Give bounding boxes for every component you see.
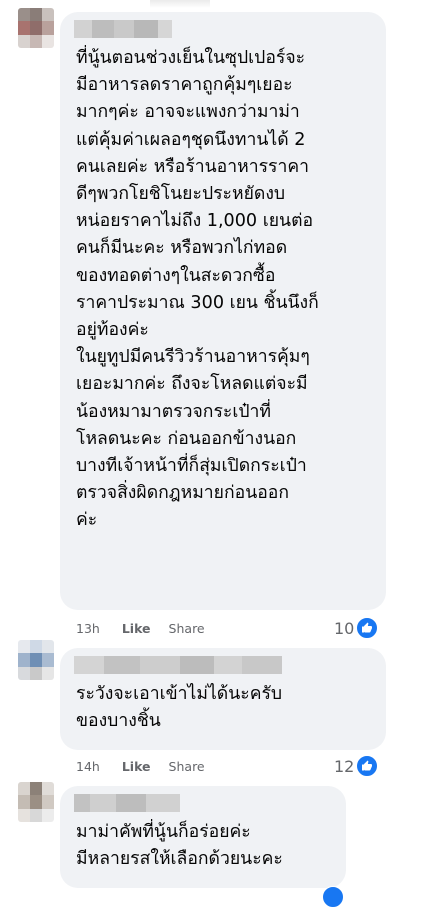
comment-text-line: คนเลยค่ะ หรือร้านอาหารราคา [76, 156, 310, 177]
previous-comment-edge [150, 0, 210, 8]
comment-text-line: บางทีเจ้าหน้าที่ก็สุ่มเปิดกระเป๋า [76, 456, 307, 477]
comment-text: มาม่าคัพที่นู้นก็อร่อยค่ะมีหลายรสให้เลือ… [76, 819, 338, 873]
like-button[interactable]: Like [122, 759, 151, 774]
comment-text-line: คนก็มีนะคะ หรือพวกไก่ทอด [76, 238, 288, 259]
comment-text-line: ดีๆพวกโยชิโนยะประหยัดงบ [76, 184, 286, 205]
commenter-name-redacted[interactable] [74, 20, 172, 38]
avatar[interactable] [18, 640, 54, 680]
share-button[interactable]: Share [169, 759, 205, 774]
comment-text-line: อยู่ท้องค่ะ [76, 320, 149, 341]
thumbs-up-icon [356, 755, 379, 777]
comment-text-line: หน่อยราคาไม่ถึง 1,000 เยนต่อ [76, 211, 314, 232]
avatar[interactable] [18, 8, 54, 48]
share-button[interactable]: Share [169, 621, 205, 636]
thumbs-up-icon [356, 617, 379, 639]
commenter-name-redacted[interactable] [74, 656, 282, 674]
comment-text-line: โหลดนะคะ ก่อนออกข้างนอก [76, 428, 297, 449]
comment-text-line: เยอะมากค่ะ ถึงจะโหลดแต่จะมี [76, 374, 308, 395]
comment-text-line: มีหลายรสให้เลือกด้วยนะคะ [76, 849, 283, 870]
avatar[interactable] [18, 782, 54, 822]
comment-text-line: ในยูทูปมีคนรีวิวร้านอาหารคุ้มๆ [76, 347, 310, 368]
comment-text-line: น้องหมามาตรวจกระเป๋าที่ [76, 401, 272, 422]
comment-text-line: ตรวจสิ่งผิดกฎหมายก่อนออก [76, 483, 290, 504]
comment-text-line: ราคาประมาณ 300 เยน ชิ้นนึงก็ [76, 292, 319, 313]
comment-text-line: มากๆค่ะ อาจจะแพงกว่ามาม่า [76, 102, 300, 123]
reaction-count[interactable]: 10 [334, 617, 379, 639]
comment-timestamp[interactable]: 13h [76, 621, 100, 636]
reaction-count[interactable]: 12 [334, 755, 379, 777]
comment-text-line: มีอาหารลดราคาถูกคุ้มๆเยอะ [76, 75, 293, 96]
comment-text-line: ของบางชิ้น [76, 711, 161, 732]
comment-text: ระวังจะเอาเข้าไม่ได้นะครับของบางชิ้น [76, 681, 378, 735]
comment-text-line: ระวังจะเอาเข้าไม่ได้นะครับ [76, 684, 283, 704]
comment-text-line: ของทอดต่างๆในสะดวกซื้อ [76, 265, 276, 286]
comment-text-line: ที่นู้นตอนช่วงเย็นในซุปเปอร์จะ [76, 48, 306, 68]
reaction-count-number: 10 [334, 618, 355, 638]
comment-text: ที่นู้นตอนช่วงเย็นในซุปเปอร์จะมีอาหารลดร… [76, 45, 378, 535]
reaction-indicator-partial [322, 886, 344, 908]
comment-bubble: ระวังจะเอาเข้าไม่ได้นะครับของบางชิ้น [60, 648, 386, 750]
thumbs-up-icon [322, 886, 344, 908]
reaction-count-number: 12 [334, 756, 355, 776]
comment-bubble: ที่นู้นตอนช่วงเย็นในซุปเปอร์จะมีอาหารลดร… [60, 12, 386, 610]
comment-actions: 13h Like Share [76, 618, 223, 638]
comment-text-line: ค่ะ [76, 510, 98, 531]
comment-actions: 14h Like Share [76, 756, 223, 776]
like-button[interactable]: Like [122, 621, 151, 636]
comment-bubble: มาม่าคัพที่นู้นก็อร่อยค่ะมีหลายรสให้เลือ… [60, 786, 346, 888]
comment-text-line: แต่คุ้มค่าเผลอๆชุดนึงทานได้ 2 [76, 129, 306, 150]
comment-text-line: มาม่าคัพที่นู้นก็อร่อยค่ะ [76, 822, 251, 842]
comment-timestamp[interactable]: 14h [76, 759, 100, 774]
commenter-name-redacted[interactable] [74, 794, 180, 812]
